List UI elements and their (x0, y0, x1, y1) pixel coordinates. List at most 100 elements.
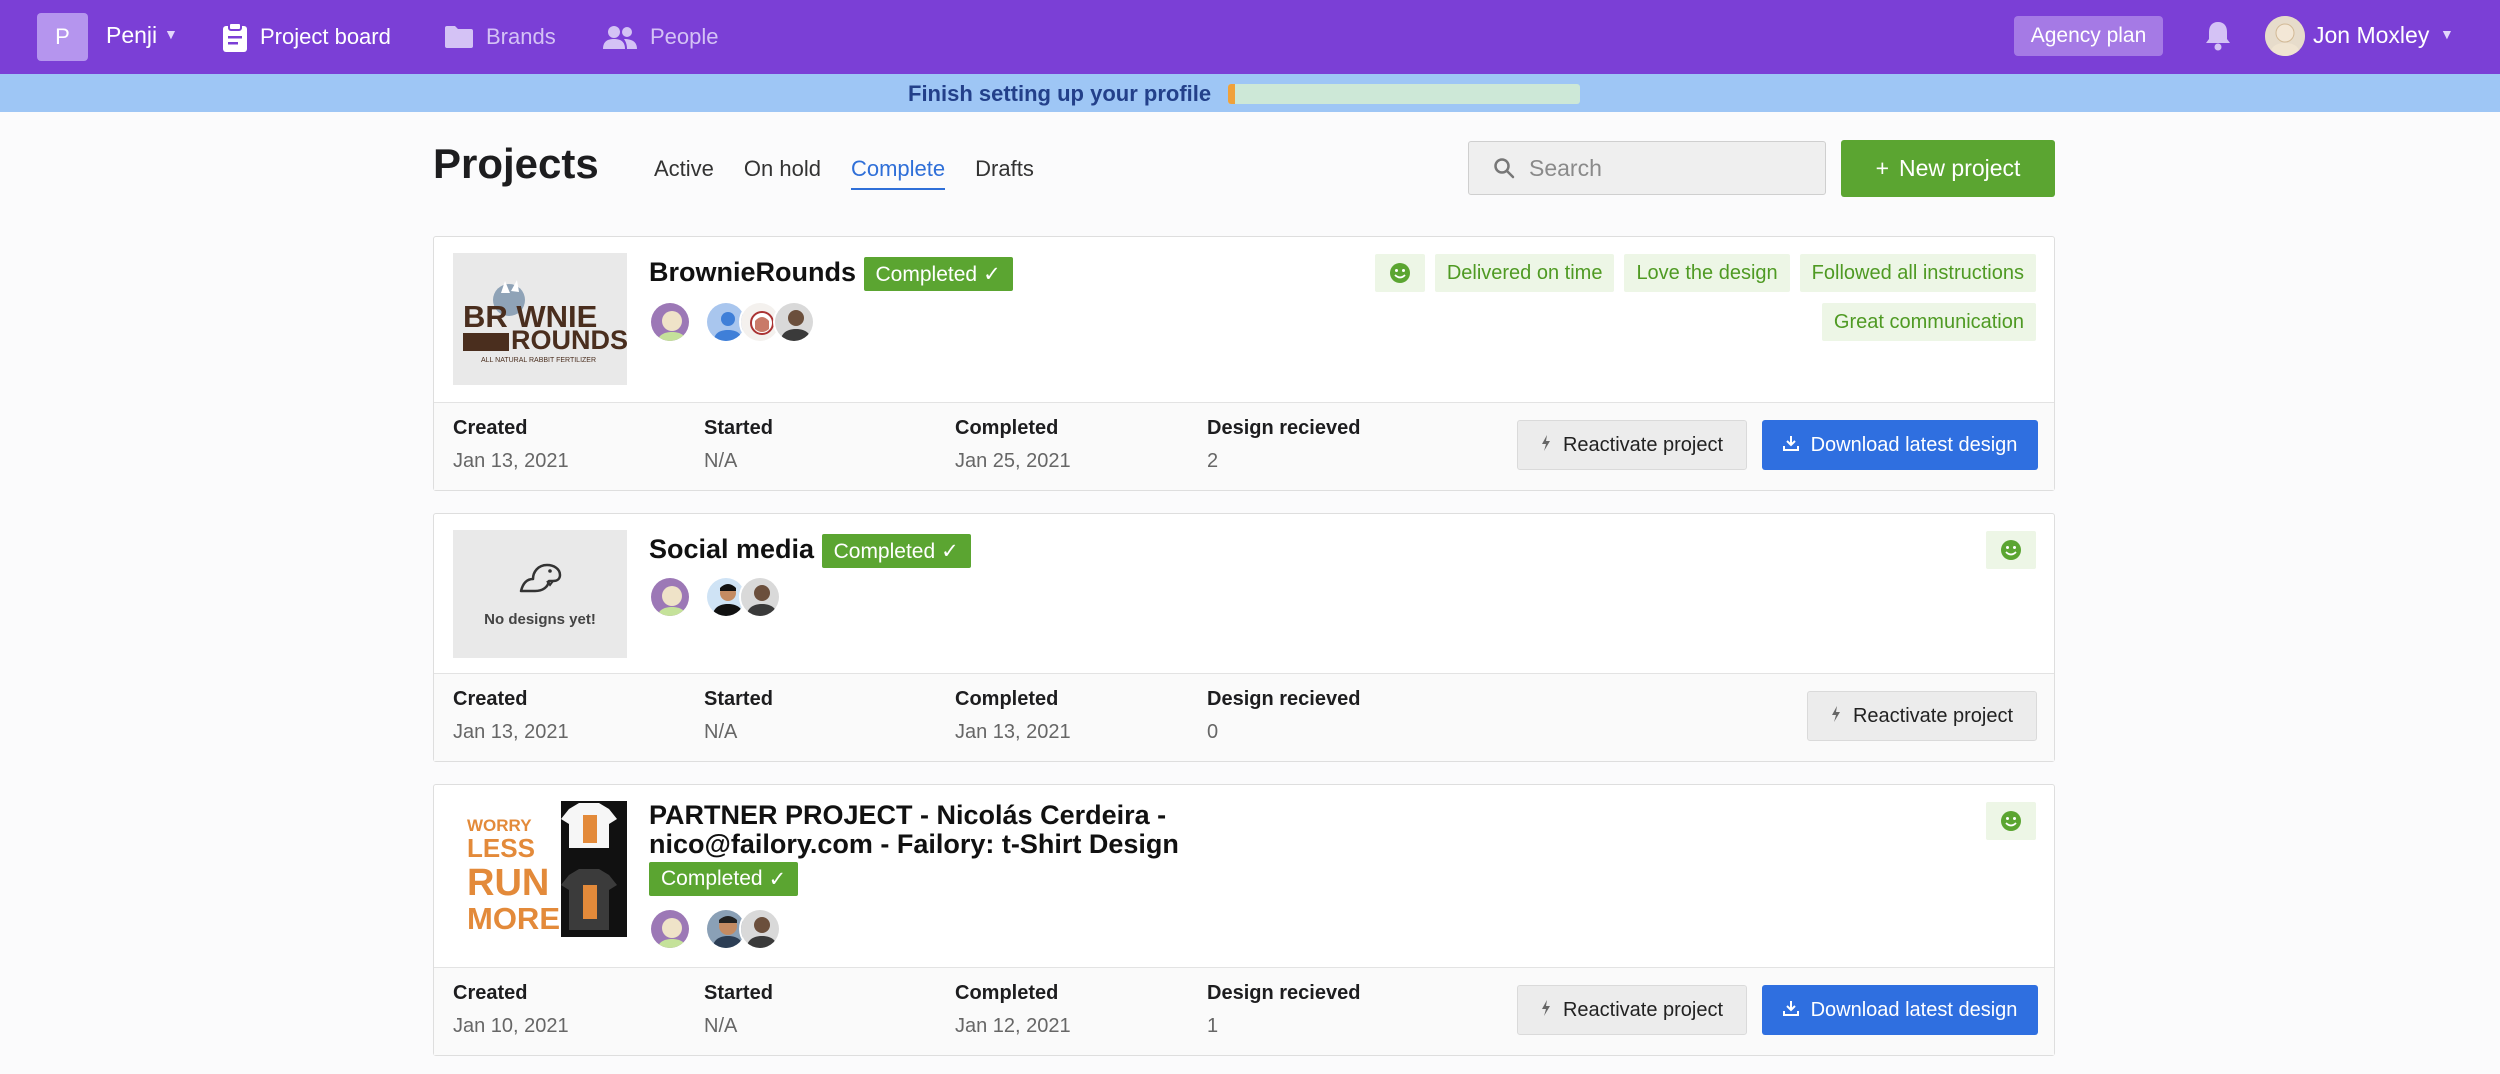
feedback-tags (1986, 802, 2036, 840)
feedback-tag: Love the design (1624, 254, 1790, 292)
started-field: Started N/A (704, 688, 773, 743)
dinosaur-icon (519, 563, 562, 592)
completed-field: Completed Jan 12, 2021 (955, 982, 1071, 1037)
reactivate-project-button[interactable]: Reactivate project (1517, 420, 1747, 470)
designs-received-field: Design recieved 1 (1207, 982, 1361, 1037)
new-project-label: New project (1899, 155, 2021, 181)
member-avatar[interactable] (649, 908, 691, 950)
designs-received-field: Design recieved 2 (1207, 417, 1361, 472)
plan-badge[interactable]: Agency plan (2014, 16, 2163, 56)
top-navigation: P Penji ▼ Project board Brands People Ag… (0, 0, 2500, 74)
check-icon: ✓ (983, 262, 1001, 286)
project-card-header: No designs yet! Social media Completed ✓ (434, 514, 2054, 674)
chevron-down-icon[interactable]: ▼ (164, 26, 178, 42)
member-avatar[interactable] (773, 301, 815, 343)
workspace-logo[interactable]: P (37, 13, 88, 61)
brownierounds-logo: BR WNIE ROUNDS ALL NATURAL RABBIT FERTIL… (453, 253, 627, 385)
project-members (649, 576, 781, 618)
bolt-icon (1541, 434, 1551, 457)
project-card-details: Created Jan 13, 2021 Started N/A Complet… (434, 674, 2054, 761)
project-status-tabs: Active On hold Complete Drafts (654, 156, 1064, 190)
svg-text:LESS: LESS (467, 833, 535, 863)
project-card-details: Created Jan 10, 2021 Started N/A Complet… (434, 968, 2054, 1055)
created-field: Created Jan 13, 2021 (453, 417, 569, 472)
tab-drafts[interactable]: Drafts (975, 156, 1034, 190)
member-avatar[interactable] (739, 576, 781, 618)
started-field: Started N/A (704, 417, 773, 472)
project-title[interactable]: Social media Completed ✓ (649, 534, 971, 568)
tab-on-hold[interactable]: On hold (744, 156, 821, 190)
project-members (649, 301, 815, 343)
check-icon: ✓ (941, 539, 959, 563)
reactivate-project-button[interactable]: Reactivate project (1517, 985, 1747, 1035)
search-box[interactable] (1468, 141, 1826, 195)
clipboard-icon (223, 22, 247, 52)
smile-icon (1986, 802, 2036, 840)
project-card-header: WORRY LESS RUN MORE PARTNER PROJECT - Ni… (434, 785, 2054, 968)
created-field: Created Jan 10, 2021 (453, 982, 569, 1037)
profile-progress-bar (1228, 84, 1580, 104)
profile-setup-text[interactable]: Finish setting up your profile (908, 81, 1211, 107)
plus-icon: + (1875, 155, 1889, 181)
member-avatar[interactable] (649, 576, 691, 618)
feedback-tags: Delivered on time Love the design Follow… (1374, 254, 2036, 292)
search-input[interactable] (1529, 154, 1809, 182)
project-card[interactable]: BR WNIE ROUNDS ALL NATURAL RABBIT FERTIL… (433, 236, 2055, 491)
project-card[interactable]: WORRY LESS RUN MORE PARTNER PROJECT - Ni… (433, 784, 2055, 1056)
page-title: Projects (433, 140, 599, 187)
feedback-tag: Followed all instructions (1799, 254, 2036, 292)
search-icon (1494, 158, 1515, 179)
download-latest-design-button[interactable]: Download latest design (1762, 985, 2038, 1035)
project-card[interactable]: No designs yet! Social media Completed✓ (433, 513, 2055, 762)
bell-icon[interactable] (2204, 20, 2232, 52)
chevron-down-icon[interactable]: ▼ (2440, 26, 2454, 42)
project-thumbnail[interactable]: WORRY LESS RUN MORE (453, 801, 627, 937)
status-badge: Completed ✓ (649, 862, 799, 896)
nav-project-board-label: Project board (260, 24, 391, 49)
people-icon (603, 26, 637, 49)
check-icon: ✓ (768, 867, 787, 891)
feedback-tag: Great communication (1821, 303, 2036, 341)
started-field: Started N/A (704, 982, 773, 1037)
user-avatar[interactable] (2265, 16, 2305, 56)
project-thumbnail[interactable]: No designs yet! (453, 530, 627, 658)
nav-people-label: People (650, 24, 719, 49)
feedback-tags (1986, 531, 2036, 569)
download-latest-design-button[interactable]: Download latest design (1762, 420, 2038, 470)
project-card-header: BR WNIE ROUNDS ALL NATURAL RABBIT FERTIL… (434, 237, 2054, 403)
project-card-details: Created Jan 13, 2021 Started N/A Complet… (434, 403, 2054, 490)
project-members (649, 908, 781, 950)
folder-icon (445, 26, 473, 48)
svg-text:RUN: RUN (467, 862, 549, 904)
no-designs-text: No designs yet! (484, 610, 596, 628)
user-avatar-image (2265, 16, 2305, 56)
svg-text:ALL NATURAL RABBIT FERTILIZER: ALL NATURAL RABBIT FERTILIZER (481, 357, 596, 364)
project-title[interactable]: PARTNER PROJECT - Nicolás Cerdeira - nic… (649, 801, 1179, 859)
project-title[interactable]: BrownieRounds Completed ✓ (649, 257, 1013, 291)
smile-icon (1374, 254, 1425, 292)
user-name[interactable]: Jon Moxley (2313, 22, 2429, 49)
member-avatar[interactable] (739, 908, 781, 950)
smile-icon (1986, 531, 2036, 569)
workspace-name[interactable]: Penji (106, 22, 157, 49)
bolt-icon (1831, 705, 1841, 728)
tab-active[interactable]: Active (654, 156, 714, 190)
nav-project-board[interactable]: Project board (222, 20, 391, 54)
svg-text:MORE: MORE (467, 901, 560, 936)
new-project-button[interactable]: + New project (1841, 140, 2055, 197)
member-avatar[interactable] (649, 301, 691, 343)
profile-progress-fill (1228, 84, 1236, 104)
project-thumbnail[interactable]: BR WNIE ROUNDS ALL NATURAL RABBIT FERTIL… (453, 253, 627, 385)
download-icon (1782, 999, 1799, 1022)
reactivate-project-button[interactable]: Reactivate project (1807, 691, 2037, 741)
created-field: Created Jan 13, 2021 (453, 688, 569, 743)
completed-field: Completed Jan 13, 2021 (955, 688, 1071, 743)
tab-complete[interactable]: Complete (850, 156, 946, 190)
designs-received-field: Design recieved 0 (1207, 688, 1361, 743)
nav-brands-label: Brands (486, 24, 556, 49)
nav-brands[interactable]: Brands (444, 20, 556, 54)
nav-people[interactable]: People (602, 20, 719, 54)
status-badge: Completed ✓ (821, 534, 971, 568)
feedback-tags-row-2: Great communication (1821, 303, 2036, 341)
status-badge: Completed ✓ (863, 257, 1013, 291)
